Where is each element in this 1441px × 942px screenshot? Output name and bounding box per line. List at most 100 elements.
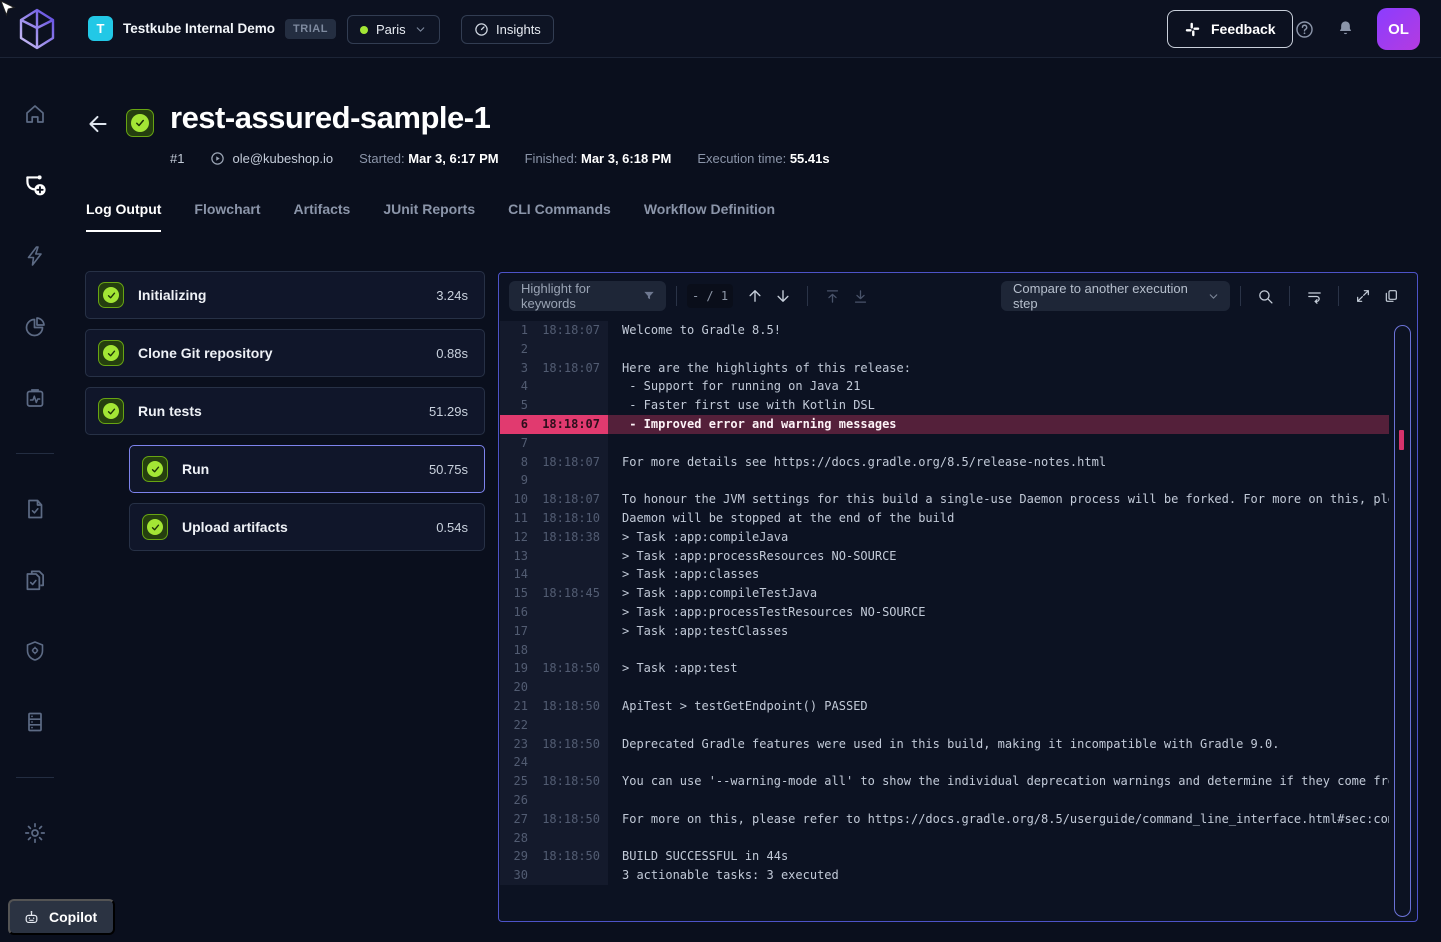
exec-time-label: Execution time: [697,151,786,166]
sidebar-item-home-icon[interactable] [15,94,55,134]
line-number: 1 [500,321,528,340]
feedback-label: Feedback [1211,21,1276,37]
line-number: 9 [500,471,528,490]
expand-icon[interactable] [1349,282,1377,310]
line-number: 15 [500,584,528,603]
wrap-text-icon[interactable] [1300,282,1328,310]
arrow-to-top-icon[interactable] [818,282,846,310]
tab-workflow-definition[interactable]: Workflow Definition [644,201,775,232]
line-number: 7 [500,434,528,453]
line-timestamp [528,340,608,359]
step-card[interactable]: Initializing 3.24s [85,271,485,319]
insights-button[interactable]: Insights [461,15,554,44]
line-timestamp: 18:18:50 [528,810,608,829]
line-text: - Support for running on Java 21 [608,377,1389,396]
log-line: 23 18:18:50 Deprecated Gradle features w… [500,735,1389,754]
step-card[interactable]: Run 50.75s [129,445,485,493]
sidebar-item-workflows-add-icon[interactable] [15,165,55,205]
copy-icon[interactable] [1377,282,1405,310]
user-avatar[interactable]: OL [1377,8,1420,50]
bell-icon[interactable] [1336,19,1355,38]
tab-junit-reports[interactable]: JUnit Reports [383,201,475,232]
copilot-button[interactable]: Copilot [8,899,115,935]
line-timestamp: 18:18:07 [528,321,608,340]
back-arrow-icon[interactable] [85,111,111,137]
step-card[interactable]: Clone Git repository 0.88s [85,329,485,377]
chevron-down-icon [1207,290,1220,303]
line-timestamp [528,716,608,735]
line-text [608,678,1389,697]
log-lines[interactable]: 1 18:18:07 Welcome to Gradle 8.5! 2 3 18… [500,321,1389,917]
line-number: 17 [500,622,528,641]
sidebar-item-gear-icon[interactable] [15,813,55,853]
toolbar-divider [1289,286,1290,306]
tab-flowchart[interactable]: Flowchart [194,201,260,232]
arrow-to-bottom-icon[interactable] [846,282,874,310]
org-avatar: T [88,16,113,41]
line-text: Deprecated Gradle features were used in … [608,735,1389,754]
compare-step-select[interactable]: Compare to another execution step [1001,281,1230,311]
line-text: Here are the highlights of this release: [608,359,1389,378]
log-scrollbar[interactable] [1394,325,1411,917]
line-number: 14 [500,565,528,584]
page-title: rest-assured-sample-1 [170,100,490,136]
question-icon[interactable] [1295,20,1314,39]
check-icon [131,114,149,132]
log-line: 10 18:18:07 To honour the JVM settings f… [500,490,1389,509]
log-line: 6 18:18:07 - Improved error and warning … [500,415,1389,434]
sidebar-item-pie-chart-icon[interactable] [15,307,55,347]
line-timestamp [528,434,608,453]
arrow-down-icon[interactable] [769,282,797,310]
line-text [608,791,1389,810]
search-icon[interactable] [1251,282,1279,310]
line-number: 13 [500,547,528,566]
feedback-button[interactable]: Feedback [1167,10,1293,48]
arrow-up-icon[interactable] [741,282,769,310]
line-timestamp [528,565,608,584]
toolbar-divider [807,286,808,306]
tab-bar: Log Output Flowchart Artifacts JUnit Report… [86,201,775,232]
line-text [608,829,1389,848]
log-line: 21 18:18:50 ApiTest > testGetEndpoint() … [500,697,1389,716]
tab-cli-commands[interactable]: CLI Commands [508,201,611,232]
top-bar: T Testkube Internal Demo TRIAL Paris Ins… [0,0,1441,58]
line-timestamp: 18:18:07 [528,490,608,509]
line-text: To honour the JVM settings for this buil… [608,490,1389,509]
step-card[interactable]: Run tests 51.29s [85,387,485,435]
org-switcher[interactable]: T Testkube Internal Demo TRIAL [88,16,360,41]
slack-icon [1184,21,1201,38]
sidebar-item-clipboard-pulse-icon[interactable] [15,378,55,418]
environment-selector[interactable]: Paris [347,15,440,44]
line-number: 25 [500,772,528,791]
log-line: 28 [500,829,1389,848]
check-icon [103,345,119,361]
log-line: 30 3 actionable tasks: 3 executed [500,866,1389,885]
line-text: Daemon will be stopped at the end of the… [608,509,1389,528]
robot-icon [23,909,40,926]
line-number: 2 [500,340,528,359]
tab-artifacts[interactable]: Artifacts [294,201,351,232]
line-number: 29 [500,847,528,866]
step-duration: 3.24s [436,288,468,303]
line-text [608,434,1389,453]
step-card[interactable]: Upload artifacts 0.54s [129,503,485,551]
step-label: Run [182,461,429,477]
line-number: 19 [500,659,528,678]
highlight-keywords-input[interactable]: Highlight for keywords [509,281,666,311]
sidebar-item-shield-gear-icon[interactable] [15,631,55,671]
sidebar-item-document-check-icon[interactable] [15,489,55,529]
testkube-logo-icon[interactable] [17,7,57,51]
match-counter: - / 1 [687,284,733,308]
sidebar-item-lightning-icon[interactable] [15,236,55,276]
line-timestamp [528,753,608,772]
execution-user: ole@kubeshop.io [210,151,333,166]
tab-log-output[interactable]: Log Output [86,201,161,232]
sidebar-item-documents-stack-icon[interactable] [15,560,55,600]
sidebar-item-server-icon[interactable] [15,702,55,742]
line-text: For more details see https://docs.gradle… [608,453,1389,472]
line-timestamp: 18:18:50 [528,697,608,716]
insights-label: Insights [496,22,541,37]
compare-step-placeholder: Compare to another execution step [1013,281,1207,311]
line-timestamp [528,396,608,415]
log-line: 9 [500,471,1389,490]
